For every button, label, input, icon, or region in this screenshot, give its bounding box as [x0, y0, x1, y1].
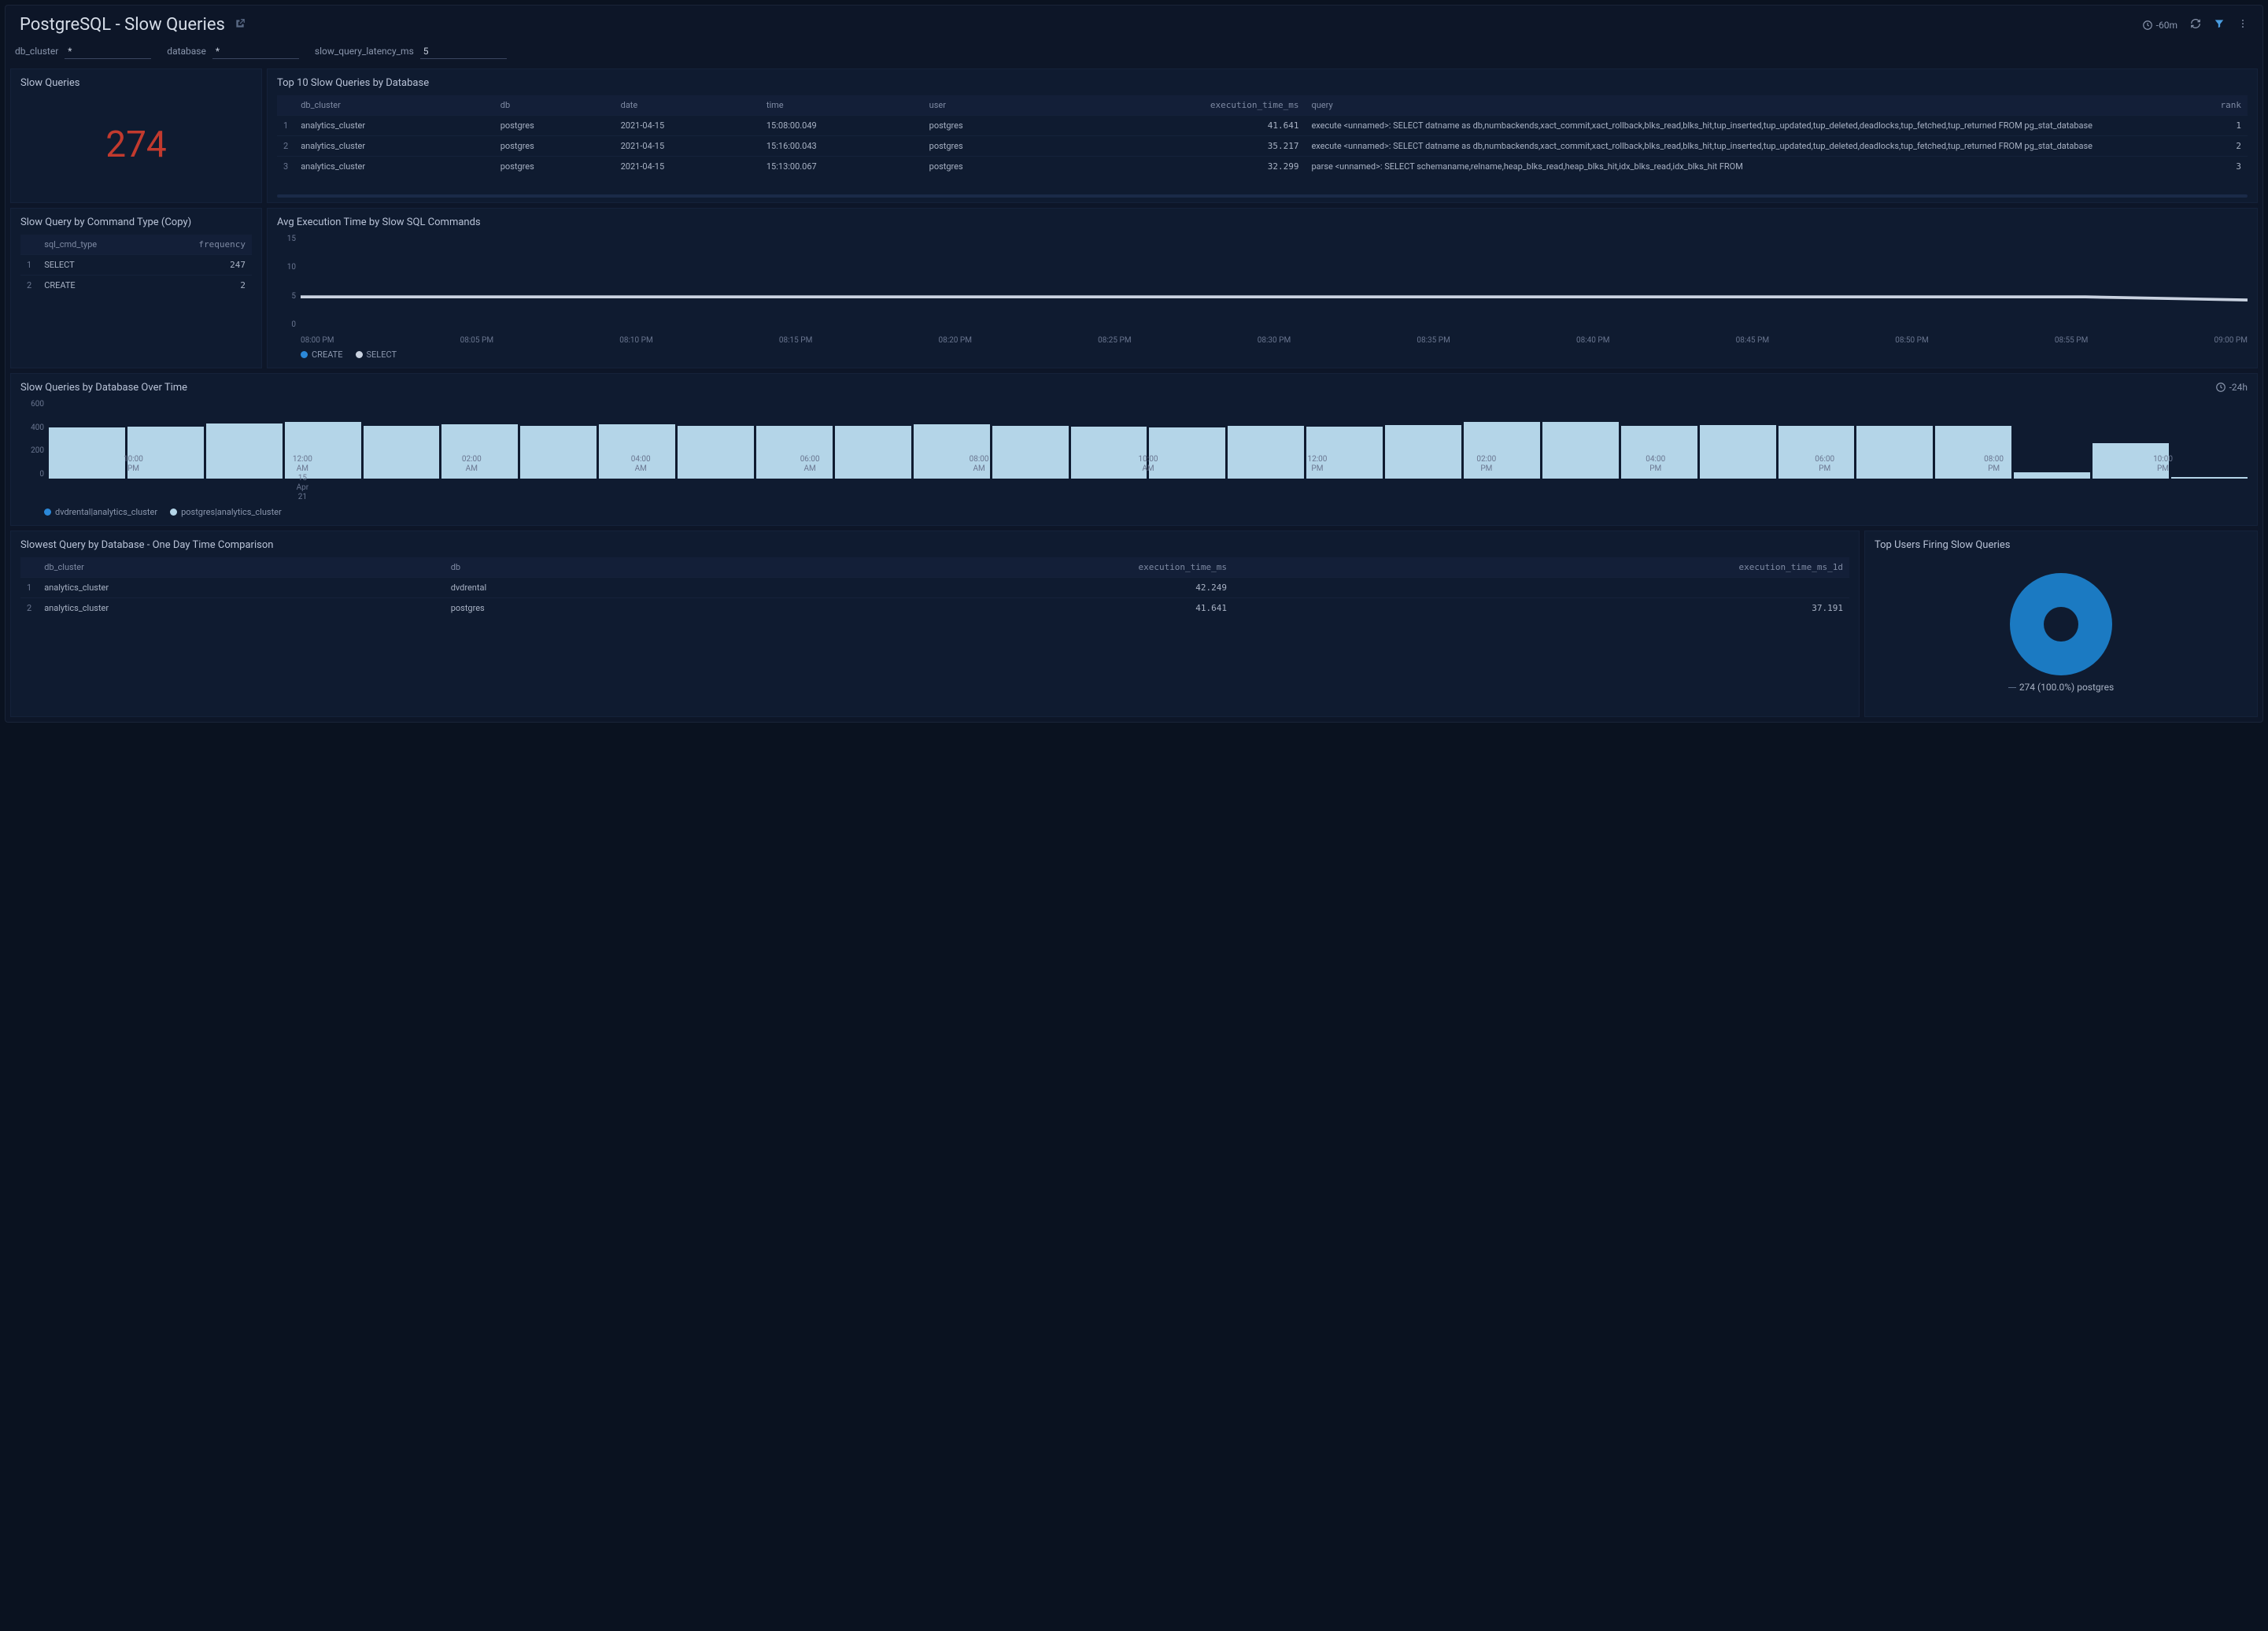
col-frequency[interactable]: frequency — [150, 235, 252, 255]
table-row[interactable]: 1analytics_clusterdvdrental42.249 — [20, 578, 1849, 598]
col-db[interactable]: db — [494, 95, 615, 116]
filter-icon[interactable] — [2214, 18, 2225, 31]
col-sql-cmd-type[interactable]: sql_cmd_type — [38, 235, 150, 255]
legend-item[interactable]: postgres|analytics_cluster — [170, 507, 282, 517]
filter-input-database[interactable]: * — [212, 44, 299, 59]
top-10-table: db_cluster db date time user execution_t… — [277, 95, 2248, 176]
col-db-cluster[interactable]: db_cluster — [294, 95, 494, 116]
refresh-icon[interactable] — [2190, 18, 2201, 31]
slow-queries-count: 274 — [20, 95, 252, 194]
panel-title: Top 10 Slow Queries by Database — [277, 77, 2248, 89]
panel-title: Slow Queries by Database Over Time — [20, 382, 2248, 394]
open-external-icon[interactable] — [235, 18, 246, 31]
col-rank[interactable]: rank — [2161, 95, 2248, 116]
panel-title: Slowest Query by Database - One Day Time… — [20, 539, 1849, 551]
cmd-type-table: sql_cmd_type frequency 1SELECT2472CREATE… — [20, 235, 252, 295]
time-range-label: -60m — [2156, 20, 2178, 31]
col-query[interactable]: query — [1305, 95, 2160, 116]
panel-title: Top Users Firing Slow Queries — [1875, 539, 2248, 551]
panel-title: Avg Execution Time by Slow SQL Commands — [277, 216, 2248, 228]
table-row[interactable]: 2CREATE2 — [20, 276, 252, 296]
legend-item[interactable]: dvdrental|analytics_cluster — [44, 507, 157, 517]
filter-label-database: database — [167, 46, 206, 57]
table-row[interactable]: 2analytics_clusterpostgres2021-04-1515:1… — [277, 136, 2248, 157]
dashboard-header: PostgreSQL - Slow Queries -60m — [6, 6, 2262, 44]
col-exec-1d[interactable]: execution_time_ms_1d — [1233, 557, 1849, 578]
filter-label-db-cluster: db_cluster — [15, 46, 58, 57]
slowest-1d-table: db_cluster db execution_time_ms executio… — [20, 557, 1849, 618]
panel-cmd-type: Slow Query by Command Type (Copy) sql_cm… — [10, 208, 262, 368]
panel-slow-queries: Slow Queries 274 — [10, 68, 262, 203]
filter-input-latency[interactable]: 5 — [420, 44, 507, 59]
panel-top-users: Top Users Firing Slow Queries 274 (100.0… — [1864, 531, 2258, 717]
table-row[interactable]: 2analytics_clusterpostgres41.64137.191 — [20, 598, 1849, 619]
col-exec[interactable]: execution_time_ms — [1044, 95, 1306, 116]
table-row[interactable]: 3analytics_clusterpostgres2021-04-1515:1… — [277, 157, 2248, 177]
table-row[interactable]: 1SELECT247 — [20, 255, 252, 276]
page-title: PostgreSQL - Slow Queries — [20, 15, 225, 35]
col-user[interactable]: user — [923, 95, 1044, 116]
col-db-cluster[interactable]: db_cluster — [38, 557, 445, 578]
panel-title: Slow Query by Command Type (Copy) — [20, 216, 252, 228]
panel-avg-exec: Avg Execution Time by Slow SQL Commands … — [267, 208, 2258, 368]
col-exec[interactable]: execution_time_ms — [700, 557, 1233, 578]
panel-title: Slow Queries — [20, 77, 252, 89]
col-db[interactable]: db — [445, 557, 700, 578]
filter-bar: db_cluster * database * slow_query_laten… — [6, 44, 2262, 68]
filter-label-latency: slow_query_latency_ms — [315, 46, 414, 57]
scrollbar[interactable] — [277, 194, 2248, 198]
col-time[interactable]: time — [760, 95, 923, 116]
panel-top-10: Top 10 Slow Queries by Database db_clust… — [267, 68, 2258, 203]
over-time-chart[interactable]: 6004002000 10:00PM12:00AM15Apr2102:00AM0… — [49, 400, 2248, 502]
panel-time-range[interactable]: -24h — [2215, 382, 2248, 393]
panel-over-time: Slow Queries by Database Over Time -24h … — [10, 373, 2258, 526]
table-row[interactable]: 1analytics_clusterpostgres2021-04-1515:0… — [277, 116, 2248, 136]
panel-slowest-1d: Slowest Query by Database - One Day Time… — [10, 531, 1860, 717]
avg-exec-chart[interactable]: 151050 08:00 PM08:05 PM08:10 PM08:15 PM0… — [301, 235, 2248, 345]
filter-input-db-cluster[interactable]: * — [65, 44, 151, 59]
time-range-picker[interactable]: -60m — [2142, 20, 2178, 31]
more-icon[interactable] — [2237, 18, 2248, 31]
top-users-donut[interactable]: 274 (100.0%) postgres — [1875, 557, 2248, 708]
col-date[interactable]: date — [615, 95, 760, 116]
